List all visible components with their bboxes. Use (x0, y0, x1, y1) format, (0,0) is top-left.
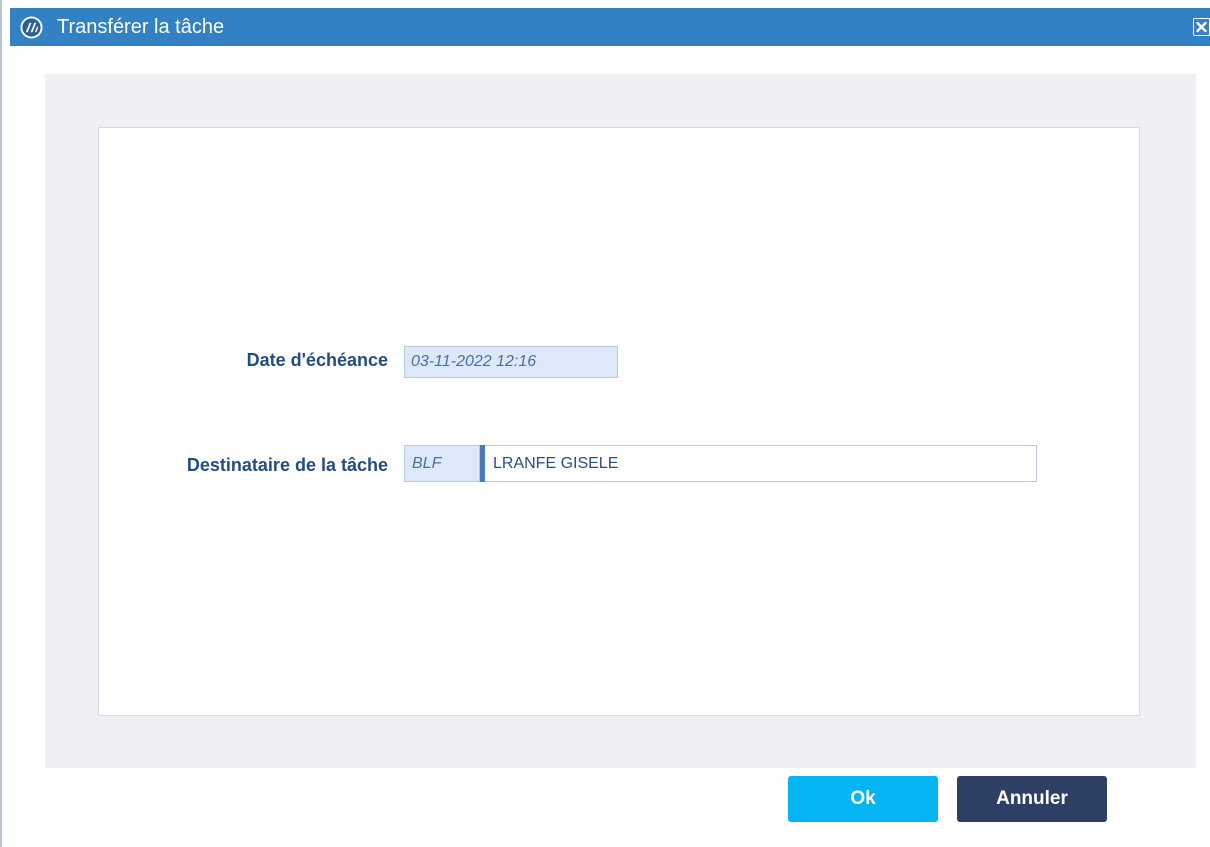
recipient-label: Destinataire de la tâche (186, 455, 388, 475)
app-logo-icon (20, 16, 43, 39)
transfer-task-dialog: Transférer la tâche Date d'échéance 03-1… (0, 0, 1210, 847)
dialog-title: Transférer la tâche (57, 16, 225, 38)
close-button[interactable] (1193, 18, 1210, 36)
due-date-field[interactable]: 03-11-2022 12:16 (404, 346, 618, 378)
due-date-label: Date d'échéance (246, 350, 388, 370)
dialog-titlebar: Transférer la tâche (10, 8, 1210, 46)
recipient-code-field[interactable]: BLF (404, 445, 480, 482)
cancel-button[interactable]: Annuler (957, 776, 1107, 822)
recipient-name-field[interactable]: LRANFE GISELE (485, 445, 1037, 482)
close-icon (1194, 19, 1209, 35)
window-edge (0, 0, 2, 847)
form-panel (98, 127, 1140, 716)
ok-button[interactable]: Ok (788, 776, 938, 822)
